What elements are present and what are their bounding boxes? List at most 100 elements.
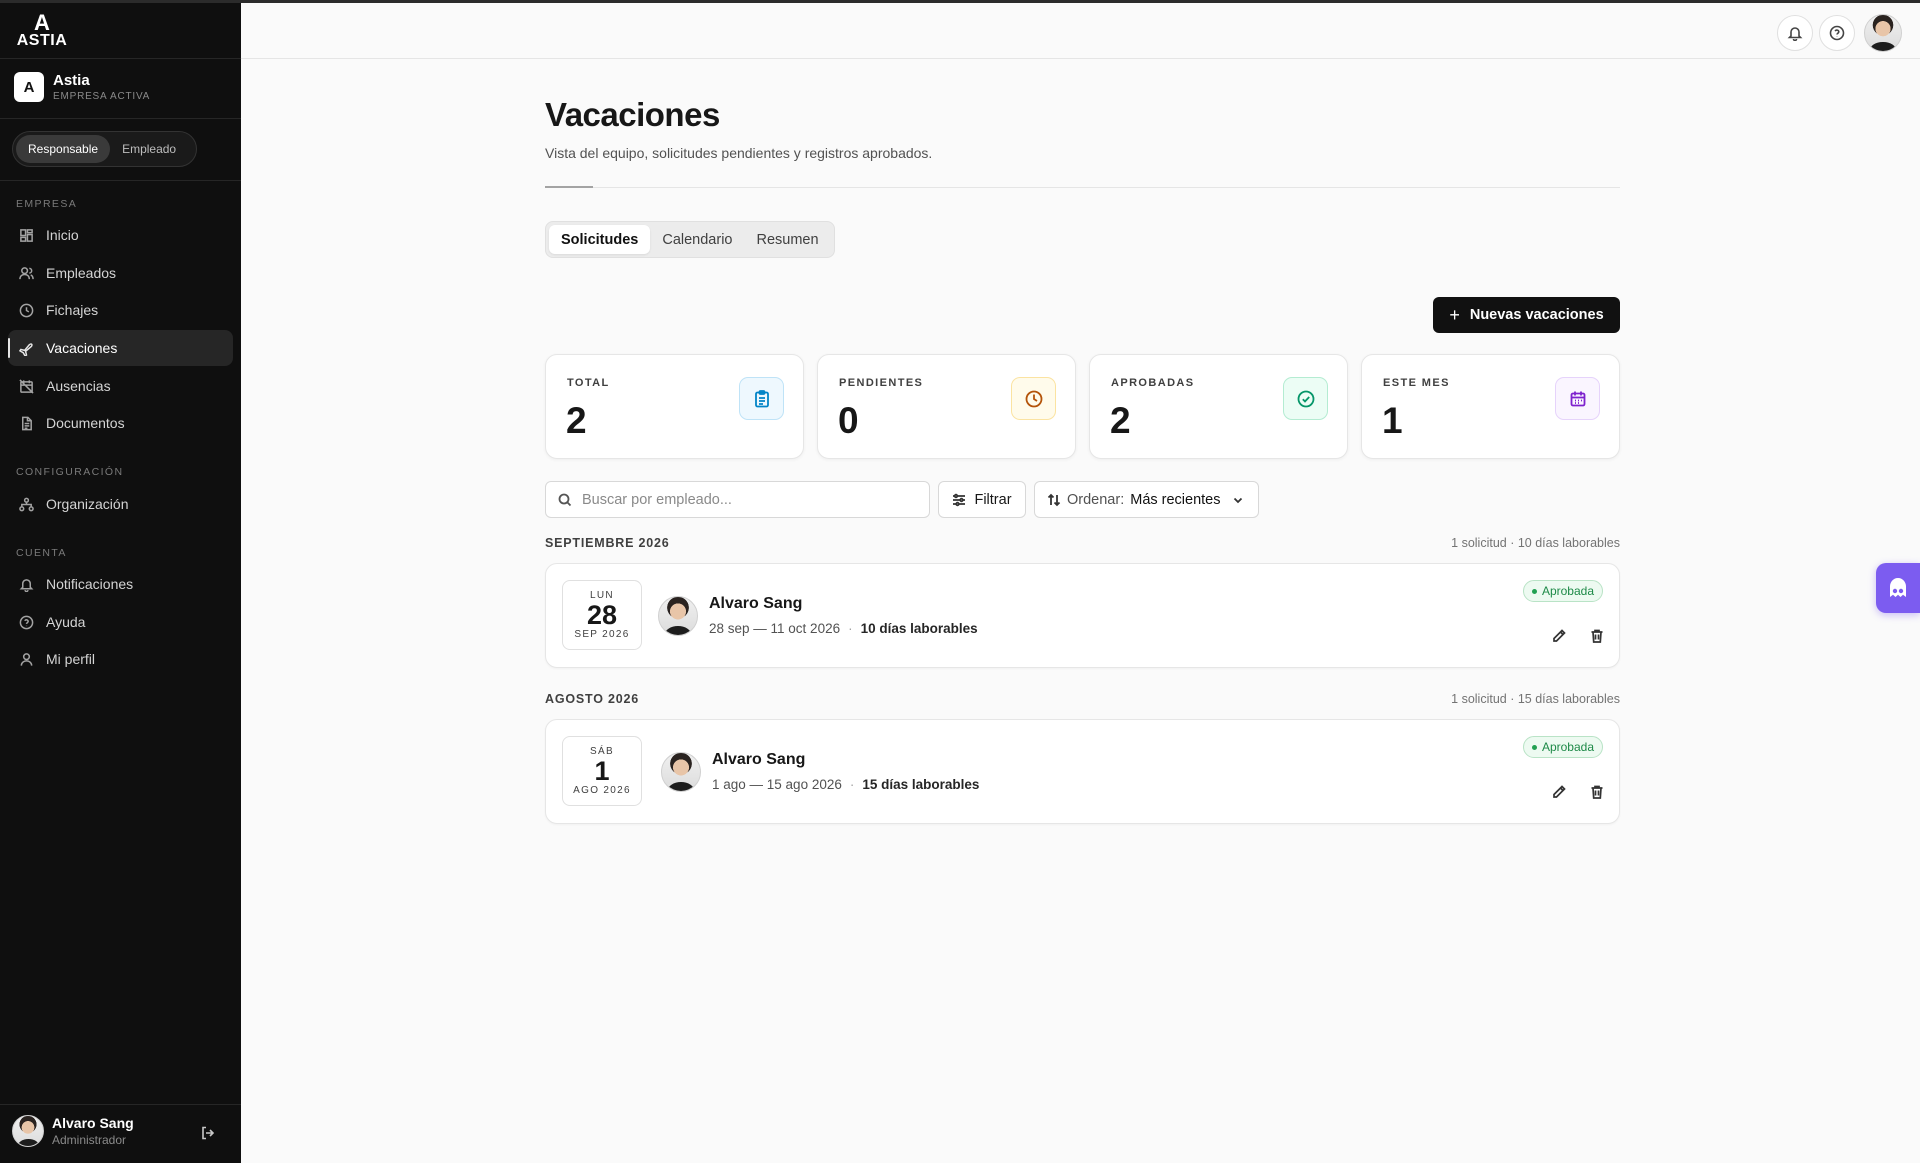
users-icon (18, 265, 34, 281)
sidebar-item-ausencias[interactable]: Ausencias (8, 368, 233, 404)
search-box (545, 481, 930, 518)
tab-bar: Solicitudes Calendario Resumen (545, 221, 835, 258)
request-dates: 1 ago — 15 ago 2026 · 15 días laborables (712, 777, 980, 792)
current-user-role: Administrador (52, 1133, 127, 1147)
stat-value: 2 (1110, 400, 1131, 441)
date-month: SEP 2026 (574, 629, 630, 640)
bell-icon (18, 576, 34, 592)
check-circle-icon (1283, 377, 1328, 420)
clipboard-icon (739, 377, 784, 420)
assistant-launcher-button[interactable] (1876, 563, 1920, 613)
help-button[interactable] (1819, 15, 1855, 51)
edit-button[interactable] (1546, 623, 1572, 649)
status-badge: Aprobada (1522, 736, 1603, 758)
divider (545, 187, 1620, 188)
brand-logo[interactable]: A ASTIA (16, 10, 68, 50)
group-title: SEPTIEMBRE 2026 (545, 536, 670, 550)
search-icon (558, 493, 572, 506)
pencil-icon (1553, 629, 1566, 642)
group-meta: 1 solicitud · 10 días laborables (1451, 536, 1620, 550)
date-range: 28 sep — 11 oct 2026 (709, 621, 841, 636)
logo-mark: A (34, 10, 50, 35)
tab-solicitudes[interactable]: Solicitudes (549, 225, 651, 254)
current-user[interactable]: Alvaro Sang Administrador (12, 1115, 134, 1147)
logout-icon[interactable] (200, 1125, 218, 1143)
delete-button[interactable] (1584, 623, 1610, 649)
sidebar-item-documentos[interactable]: Documentos (8, 405, 233, 441)
sidebar-item-fichajes[interactable]: Fichajes (8, 292, 233, 328)
sidebar-item-label: Fichajes (46, 302, 99, 318)
sort-label: Ordenar: (1067, 491, 1125, 508)
date-day: 1 (594, 756, 610, 786)
request-card[interactable]: LUN 28 SEP 2026 Alvaro Sang 28 sep — 11 … (545, 563, 1620, 668)
current-user-name: Alvaro Sang (52, 1115, 134, 1131)
calendar-icon (1555, 377, 1600, 420)
company-badge: A (14, 72, 44, 102)
new-vacation-label: Nuevas vacaciones (1469, 307, 1604, 323)
company-subtitle: EMPRESA ACTIVA (53, 91, 151, 102)
sidebar-item-inicio[interactable]: Inicio (8, 217, 233, 253)
sidebar-item-vacaciones[interactable]: Vacaciones (8, 330, 233, 366)
avatar (661, 752, 701, 792)
divider (0, 1104, 241, 1105)
sidebar-item-ayuda[interactable]: Ayuda (8, 604, 233, 640)
sort-dropdown[interactable]: Ordenar: Más recientes (1034, 481, 1259, 518)
sidebar-item-label: Ausencias (46, 378, 111, 394)
window-top-border (0, 0, 1920, 3)
sidebar-item-label: Documentos (46, 415, 125, 431)
sidebar-item-label: Ayuda (46, 614, 86, 630)
logo-text: ASTIA (16, 32, 68, 49)
notifications-button[interactable] (1777, 15, 1813, 51)
filter-button[interactable]: Filtrar (938, 481, 1026, 518)
sort-icon (1047, 493, 1061, 506)
tab-calendario[interactable]: Calendario (650, 225, 744, 254)
divider (0, 118, 241, 119)
new-vacation-button[interactable]: + Nuevas vacaciones (1433, 297, 1620, 333)
request-card[interactable]: SÁB 1 AGO 2026 Alvaro Sang 1 ago — 15 ag… (545, 719, 1620, 824)
avatar (658, 596, 698, 636)
top-bar (241, 3, 1920, 59)
edit-button[interactable] (1546, 779, 1572, 805)
stat-card-aprobadas: APROBADAS 2 (1089, 354, 1348, 459)
bell-icon (1787, 27, 1803, 41)
nav-section-empresa: EMPRESA (16, 198, 78, 210)
company-switcher[interactable]: A Astia EMPRESA ACTIVA (14, 72, 150, 102)
tab-resumen[interactable]: Resumen (745, 225, 831, 254)
page-title: Vacaciones (545, 96, 720, 133)
stat-label: APROBADAS (1111, 377, 1195, 389)
stat-label: PENDIENTES (839, 377, 924, 389)
sidebar: A ASTIA A Astia EMPRESA ACTIVA Responsab… (0, 0, 241, 1163)
sidebar-item-label: Inicio (46, 227, 79, 243)
stat-card-total: TOTAL 2 (545, 354, 804, 459)
assistant-icon (1890, 578, 1906, 597)
request-dates: 28 sep — 11 oct 2026 · 10 días laborables (709, 621, 978, 636)
sort-value: Más recientes (1130, 491, 1221, 508)
stat-value: 1 (1382, 400, 1403, 441)
sidebar-item-mi-perfil[interactable]: Mi perfil (8, 641, 233, 677)
role-responsable-button[interactable]: Responsable (16, 135, 111, 163)
role-empleado-button[interactable]: Empleado (110, 135, 188, 163)
stat-value: 0 (838, 400, 859, 441)
sidebar-item-notificaciones[interactable]: Notificaciones (8, 566, 233, 602)
sidebar-item-label: Vacaciones (46, 340, 118, 356)
working-days: 10 días laborables (860, 621, 978, 636)
org-chart-icon (18, 496, 34, 512)
role-toggle: Responsable Empleado (12, 131, 197, 167)
stat-card-pendientes: PENDIENTES 0 (817, 354, 1076, 459)
grid-icon (18, 227, 34, 243)
search-input[interactable] (582, 491, 902, 508)
avatar (12, 1115, 44, 1147)
sidebar-item-empleados[interactable]: Empleados (8, 255, 233, 291)
profile-avatar-button[interactable] (1864, 14, 1902, 52)
delete-button[interactable] (1584, 779, 1610, 805)
help-icon (1829, 25, 1845, 41)
employee-name: Alvaro Sang (712, 751, 806, 768)
trash-icon (1591, 629, 1603, 643)
divider (0, 58, 241, 59)
sliders-icon (953, 493, 966, 506)
sidebar-item-organizacion[interactable]: Organización (8, 486, 233, 522)
clock-icon (18, 302, 34, 318)
employee-name: Alvaro Sang (709, 595, 803, 612)
sidebar-item-label: Empleados (46, 265, 117, 281)
stat-value: 2 (566, 400, 587, 441)
